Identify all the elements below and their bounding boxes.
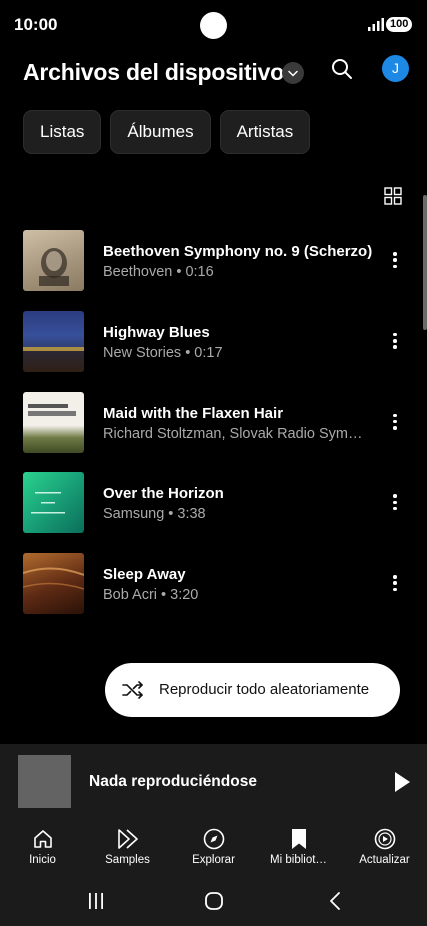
album-art [23, 472, 84, 534]
nav-item-explorar[interactable]: Explorar [171, 819, 256, 877]
track-list: Beethoven Symphony no. 9 (Scherzo) Beeth… [0, 230, 427, 634]
library-icon [287, 827, 311, 851]
shuffle-all-button[interactable]: Reproducir todo aleatoriamente [105, 663, 400, 717]
album-art [23, 391, 84, 453]
nav-label: Actualizar [359, 854, 410, 866]
portrait-art [39, 248, 69, 286]
home-icon [31, 827, 55, 851]
grid-view-icon[interactable] [384, 187, 402, 205]
track-subtitle: Samsung • 3:38 [103, 506, 206, 523]
cover-lettering-art [28, 403, 76, 416]
more-options-icon[interactable] [386, 331, 404, 351]
mini-player[interactable]: Nada reproduciéndose [0, 744, 427, 819]
header: Archivos del dispositivo [0, 50, 427, 100]
album-art [23, 553, 84, 614]
battery-indicator: 100 [386, 17, 413, 32]
mini-player-title: Nada reproduciéndose [89, 773, 257, 790]
chip-artistas[interactable]: Artistas [219, 110, 311, 154]
bottom-nav: Inicio Samples Explorar Mi bibliot… Actu… [0, 819, 427, 877]
more-options-icon[interactable] [386, 492, 404, 512]
track-title: Maid with the Flaxen Hair [103, 404, 284, 422]
nav-item-inicio[interactable]: Inicio [0, 819, 85, 877]
list-item[interactable]: Beethoven Symphony no. 9 (Scherzo) Beeth… [0, 230, 427, 311]
more-options-icon[interactable] [386, 573, 404, 593]
shuffle-icon [122, 681, 143, 699]
list-item[interactable]: Over the Horizon Samsung • 3:38 [0, 472, 427, 553]
track-title: Beethoven Symphony no. 9 (Scherzo) [103, 243, 373, 260]
track-subtitle: Beethoven • 0:16 [103, 264, 214, 280]
nav-label: Mi bibliot… [270, 854, 327, 866]
track-title: Sleep Away [103, 566, 186, 583]
nav-label: Inicio [29, 854, 56, 866]
more-options-icon[interactable] [386, 250, 404, 270]
nav-label: Samples [105, 854, 150, 866]
track-subtitle: Richard Stoltzman, Slovak Radio Symphony… [103, 425, 369, 442]
nav-item-library[interactable]: Mi bibliot… [256, 819, 341, 877]
back-button[interactable] [323, 889, 347, 913]
home-button[interactable] [202, 889, 226, 913]
samples-icon [116, 827, 140, 851]
status-bar: 10:00 100 [0, 0, 427, 50]
status-time: 10:00 [14, 15, 58, 34]
list-item[interactable]: Sleep Away Bob Acri • 3:20 [0, 553, 427, 634]
piano-art [23, 567, 84, 590]
play-icon[interactable] [392, 771, 412, 793]
chip-albumes[interactable]: Álbumes [110, 110, 211, 154]
nav-label: Explorar [192, 854, 235, 866]
search-icon[interactable] [330, 57, 354, 81]
track-title: Over the Horizon [103, 485, 224, 503]
system-nav-bar [0, 877, 427, 926]
mini-player-art [18, 755, 71, 808]
signal-icon [368, 18, 384, 31]
front-camera [200, 12, 227, 39]
avatar[interactable]: J [382, 55, 409, 82]
shuffle-all-label: Reproducir todo aleatoriamente [159, 681, 370, 698]
recent-apps-button[interactable] [84, 889, 108, 913]
sky-art [23, 346, 84, 372]
filter-chips: Listas Álbumes Artistas [23, 110, 311, 154]
chevron-down-icon [288, 70, 298, 77]
nav-item-actualizar[interactable]: Actualizar [342, 819, 427, 877]
list-item[interactable]: Maid with the Flaxen Hair Richard Stoltz… [0, 391, 427, 473]
more-options-icon[interactable] [386, 412, 404, 432]
back-icon [330, 892, 340, 910]
album-art [23, 310, 84, 372]
album-art [23, 230, 84, 291]
home-circle-icon [205, 892, 223, 910]
track-title: Highway Blues [103, 323, 210, 341]
track-subtitle: New Stories • 0:17 [103, 344, 223, 361]
upgrade-icon [373, 827, 397, 851]
list-item[interactable]: Highway Blues New Stories • 0:17 [0, 310, 427, 392]
page-title: Archivos del dispositivo [23, 59, 285, 85]
track-subtitle: Bob Acri • 3:20 [103, 587, 199, 603]
cover-lettering-art [31, 492, 65, 514]
source-dropdown-button[interactable] [282, 62, 304, 84]
nav-item-samples[interactable]: Samples [85, 819, 170, 877]
compass-icon [202, 827, 226, 851]
chip-listas[interactable]: Listas [23, 110, 102, 154]
recent-apps-icon [89, 893, 103, 909]
